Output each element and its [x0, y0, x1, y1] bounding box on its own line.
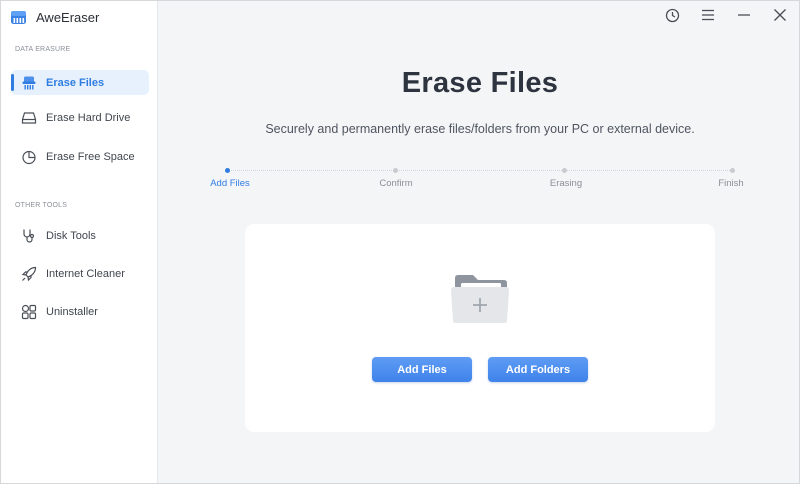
step-dot-add-files [225, 168, 230, 173]
app-title: AweEraser [36, 9, 100, 25]
sidebar-item-disk-tools[interactable]: Disk Tools [11, 223, 149, 248]
shredder-icon [21, 75, 37, 91]
add-files-button[interactable]: Add Files [372, 357, 472, 382]
menu-icon [702, 9, 714, 21]
folder-add-icon [451, 275, 509, 323]
step-label-finish: Finish [718, 178, 744, 189]
minimize-button[interactable] [736, 7, 752, 23]
step-dot-finish [730, 168, 735, 173]
sidebar-item-internet-cleaner[interactable]: Internet Cleaner [11, 261, 149, 286]
hard-drive-icon [21, 110, 37, 126]
history-icon [665, 8, 679, 22]
section-label-other-tools: OTHER TOOLS [15, 202, 68, 209]
sidebar-item-uninstaller[interactable]: Uninstaller [11, 299, 149, 324]
sidebar-item-label: Internet Cleaner [46, 267, 125, 280]
step-dot-confirm [393, 168, 398, 173]
file-drop-area[interactable]: Add Files Add Folders [245, 224, 715, 432]
close-button[interactable] [772, 7, 788, 23]
stepper-track [228, 170, 732, 171]
stethoscope-icon [21, 228, 37, 244]
rocket-icon [21, 266, 37, 282]
app-window: AweEraser DATA ERASURE Erase Files Erase… [0, 0, 800, 484]
sidebar-item-label: Erase Files [46, 76, 105, 89]
step-label-add-files: Add Files [210, 178, 250, 189]
step-label-erasing: Erasing [549, 178, 583, 189]
pie-chart-icon [21, 149, 37, 165]
close-icon [774, 9, 786, 21]
step-dot-erasing [562, 168, 567, 173]
sidebar-item-label: Erase Free Space [46, 150, 135, 163]
page-subtitle: Securely and permanently erase files/fol… [265, 122, 695, 136]
sidebar-item-label: Erase Hard Drive [46, 111, 131, 124]
step-label-confirm: Confirm [379, 178, 413, 189]
sidebar-item-erase-hard-drive[interactable]: Erase Hard Drive [11, 105, 149, 130]
page-title: Erase Files [401, 67, 559, 99]
sidebar-item-erase-free-space[interactable]: Erase Free Space [11, 144, 149, 169]
apps-grid-icon [21, 304, 37, 320]
sidebar-item-erase-files[interactable]: Erase Files [11, 70, 149, 95]
add-folders-button[interactable]: Add Folders [488, 357, 588, 382]
history-button[interactable] [664, 7, 680, 23]
app-logo-icon [11, 10, 26, 24]
section-label-data-erasure: DATA ERASURE [15, 46, 71, 53]
sidebar: AweEraser DATA ERASURE Erase Files Erase… [1, 1, 158, 483]
minimize-icon [738, 14, 750, 16]
menu-button[interactable] [700, 7, 716, 23]
app-header: AweEraser [10, 7, 99, 27]
sidebar-item-label: Disk Tools [46, 229, 96, 242]
sidebar-item-label: Uninstaller [46, 305, 98, 318]
